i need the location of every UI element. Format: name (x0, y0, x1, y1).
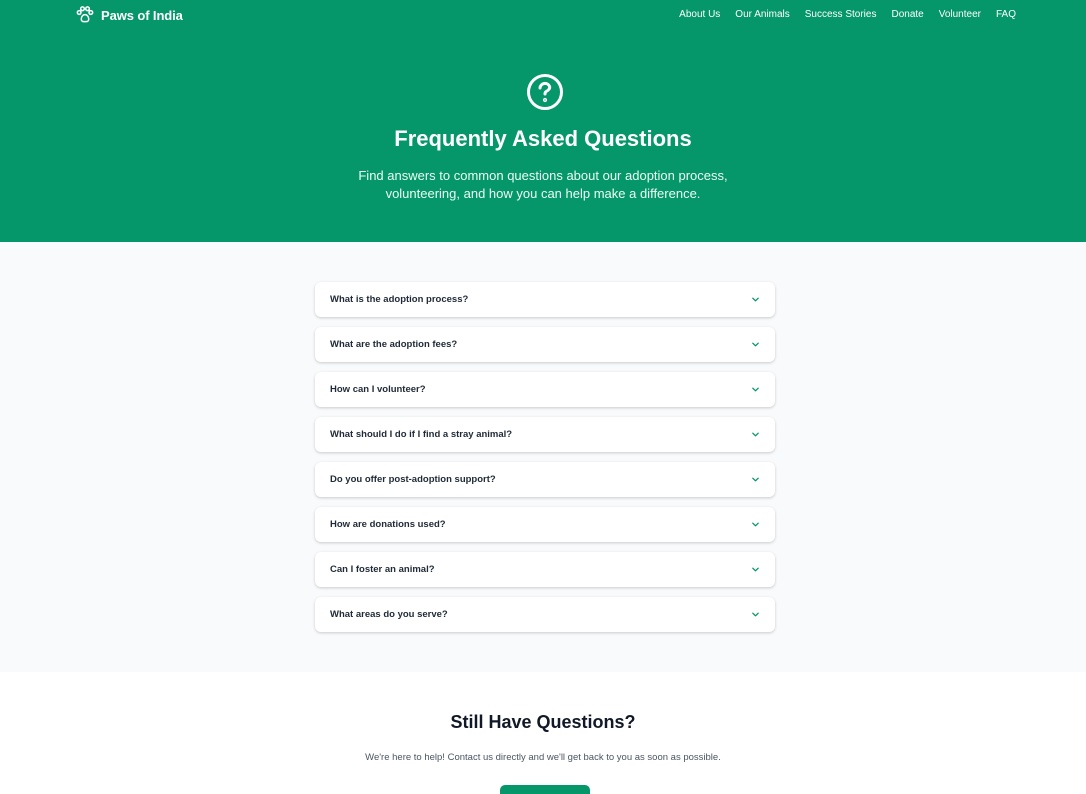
contact-subtitle: We're here to help! Contact us directly … (365, 752, 721, 763)
faq-item[interactable]: What is the adoption process? (315, 282, 775, 317)
faq-question: What should I do if I find a stray anima… (330, 429, 513, 440)
faq-question: What are the adoption fees? (330, 339, 458, 350)
chevron-down-icon (752, 387, 759, 392)
page-title: Frequently Asked Questions (394, 126, 692, 151)
chevron-down-icon (752, 297, 759, 302)
hero-section: Paws of India About Us Our Animals Succe… (0, 0, 1086, 242)
paw-icon (76, 6, 94, 23)
faq-item[interactable]: What are the adoption fees? (315, 327, 775, 362)
nav-link-about-us[interactable]: About Us (679, 9, 720, 20)
nav-link-success-stories[interactable]: Success Stories (805, 9, 877, 20)
chevron-down-icon (752, 522, 759, 527)
chevron-down-icon (752, 477, 759, 482)
contact-us-button[interactable] (500, 785, 590, 794)
faq-item[interactable]: How are donations used? (315, 507, 775, 542)
nav-link-our-animals[interactable]: Our Animals (735, 9, 789, 20)
brand-logo[interactable]: Paws of India (75, 5, 183, 25)
nav-link-faq[interactable]: FAQ (996, 9, 1016, 20)
faq-item[interactable]: How can I volunteer? (315, 372, 775, 407)
chevron-down-icon (752, 342, 759, 347)
contact-section: Still Have Questions? We're here to help… (0, 672, 1086, 794)
faq-section: What is the adoption process? What are t… (0, 242, 1086, 672)
page-subtitle: Find answers to common questions about o… (358, 168, 728, 201)
faq-item[interactable]: Can I foster an animal? (315, 552, 775, 587)
faq-item[interactable]: Do you offer post-adoption support? (315, 462, 775, 497)
chevron-down-icon (752, 432, 759, 437)
faq-question: How are donations used? (330, 519, 446, 530)
faq-item[interactable]: What areas do you serve? (315, 597, 775, 632)
nav-links: About Us Our Animals Success Stories Don… (679, 9, 1016, 20)
contact-title: Still Have Questions? (450, 712, 636, 732)
faq-question: Can I foster an animal? (330, 564, 435, 575)
faq-question: How can I volunteer? (330, 384, 426, 395)
faq-question: What is the adoption process? (330, 294, 469, 305)
faq-item[interactable]: What should I do if I find a stray anima… (315, 417, 775, 452)
top-navbar: Paws of India About Us Our Animals Succe… (0, 0, 1086, 30)
brand-name: Paws of India (101, 7, 183, 23)
nav-link-donate[interactable]: Donate (891, 9, 923, 20)
nav-link-volunteer[interactable]: Volunteer (939, 9, 981, 20)
chevron-down-icon (752, 567, 759, 572)
faq-question: Do you offer post-adoption support? (330, 474, 496, 485)
faq-list: What is the adoption process? What are t… (315, 282, 775, 642)
faq-question: What areas do you serve? (330, 609, 448, 620)
chevron-down-icon (752, 612, 759, 617)
question-circle-icon (527, 74, 563, 110)
